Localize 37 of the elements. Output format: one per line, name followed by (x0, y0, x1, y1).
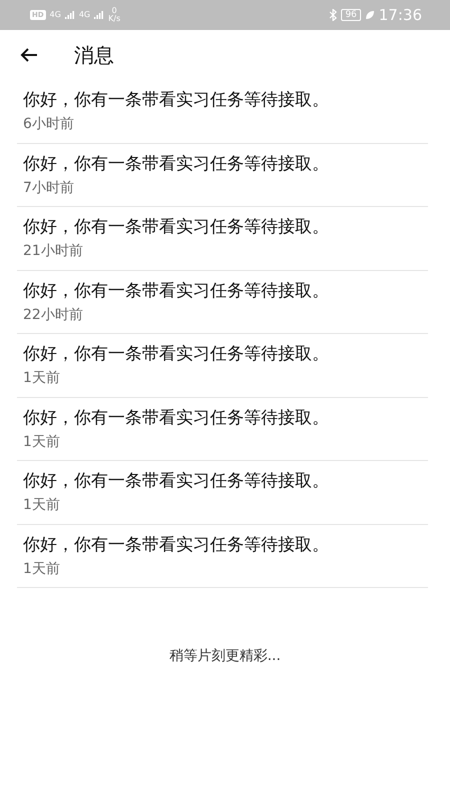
message-text: 你好，你有一条带看实习任务等待接取。 (23, 406, 329, 430)
message-time: 1天前 (23, 496, 60, 516)
message-item[interactable]: 你好，你有一条带看实习任务等待接取。 7小时前 (17, 144, 428, 207)
message-time: 1天前 (23, 432, 60, 452)
message-text: 你好，你有一条带看实习任务等待接取。 (23, 152, 329, 176)
leaf-icon (364, 10, 375, 20)
message-text: 你好，你有一条带看实习任务等待接取。 (23, 216, 329, 240)
loading-text: 稍等片刻更精彩... (169, 648, 281, 664)
message-item[interactable]: 你好，你有一条带看实习任务等待接取。 21小时前 (17, 207, 428, 270)
back-arrow-icon[interactable] (20, 47, 38, 63)
message-item[interactable]: 你好，你有一条带看实习任务等待接取。 6小时前 (17, 80, 428, 144)
signal-icon (64, 10, 75, 20)
message-text: 你好，你有一条带看实习任务等待接取。 (23, 89, 329, 112)
clock: 17:36 (378, 6, 422, 24)
message-time: 1天前 (23, 560, 60, 579)
message-text: 你好，你有一条带看实习任务等待接取。 (23, 280, 329, 303)
message-text: 你好，你有一条带看实习任务等待接取。 (23, 470, 329, 494)
message-time: 21小时前 (23, 242, 83, 262)
message-time: 22小时前 (23, 306, 83, 325)
message-item[interactable]: 你好，你有一条带看实习任务等待接取。 22小时前 (17, 270, 428, 334)
message-time: 7小时前 (23, 178, 74, 198)
network-label: 4G (78, 11, 90, 19)
signal-icon (94, 10, 104, 20)
message-time: 1天前 (23, 369, 60, 388)
page-title: 消息 (74, 42, 114, 68)
speed-unit: K/s (108, 15, 120, 23)
message-item[interactable]: 你好，你有一条带看实习任务等待接取。 1天前 (17, 461, 428, 524)
message-text: 你好，你有一条带看实习任务等待接取。 (23, 343, 329, 366)
speed-value: 0 (112, 7, 117, 15)
battery-level: 96 (341, 9, 361, 21)
message-time: 6小时前 (23, 115, 74, 134)
message-text: 你好，你有一条带看实习任务等待接取。 (23, 534, 329, 557)
message-item[interactable]: 你好，你有一条带看实习任务等待接取。 1天前 (17, 524, 428, 588)
message-item[interactable]: 你好，你有一条带看实习任务等待接取。 1天前 (17, 398, 428, 461)
network-label: 4G (50, 11, 61, 19)
bluetooth-icon (329, 9, 338, 21)
message-item[interactable]: 你好，你有一条带看实习任务等待接取。 1天前 (17, 334, 428, 398)
